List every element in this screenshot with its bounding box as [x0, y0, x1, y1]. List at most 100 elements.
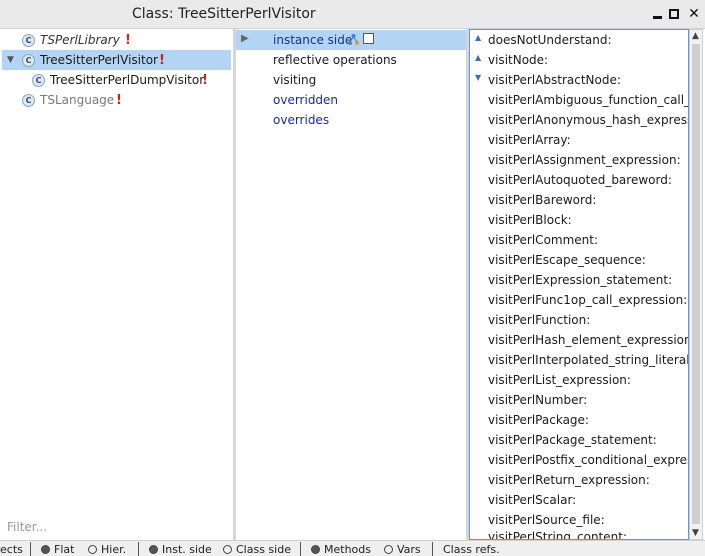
- protocol-row-overrides[interactable]: overrides: [236, 110, 466, 130]
- method-label: visitPerlAssignment_expression:: [488, 153, 681, 167]
- window-title: Class: TreeSitterPerlVisitor: [132, 6, 316, 22]
- method-row[interactable]: visitPerlBareword:: [470, 190, 688, 210]
- overridden-down-arrow-icon: ▼: [475, 73, 482, 82]
- method-row[interactable]: ▼ visitPerlAbstractNode:: [470, 70, 688, 90]
- protocol-row-overridden[interactable]: overridden: [236, 90, 466, 110]
- class-name: TreeSitterPerlDumpVisitor: [50, 73, 205, 87]
- radio-icon: [88, 545, 97, 554]
- inst-side-radio[interactable]: Inst. side: [149, 543, 212, 556]
- method-label: visitPerlHash_element_expression:: [488, 333, 688, 347]
- inst-side-label: Inst. side: [162, 543, 212, 556]
- method-row[interactable]: visitPerlAutoquoted_bareword:: [470, 170, 688, 190]
- method-row[interactable]: visitPerlInterpolated_string_literal:: [470, 350, 688, 370]
- method-label: visitPerlFunction:: [488, 313, 591, 327]
- class-name: TSLanguage: [40, 93, 115, 107]
- class-icon: C: [32, 73, 45, 87]
- separator: [432, 542, 433, 556]
- scrollbar-thumb[interactable]: [692, 44, 700, 524]
- warning-icon: !: [116, 92, 122, 108]
- vars-label: Vars: [397, 543, 421, 556]
- class-refs-button[interactable]: Class refs.: [443, 543, 500, 556]
- radio-icon: [149, 545, 158, 554]
- radio-icon: [384, 545, 393, 554]
- method-label: visitPerlPackage_statement:: [488, 433, 657, 447]
- method-row[interactable]: visitPerlPackage:: [470, 410, 688, 430]
- method-row[interactable]: visitPerlNumber:: [470, 390, 688, 410]
- class-name: TreeSitterPerlVisitor: [40, 53, 158, 67]
- method-row[interactable]: visitPerlEscape_sequence:: [470, 250, 688, 270]
- projects-toggle[interactable]: ects: [0, 543, 23, 556]
- separator: [138, 542, 139, 556]
- expand-triangle-icon[interactable]: ▶: [241, 33, 249, 44]
- method-label: visitPerlEscape_sequence:: [488, 253, 646, 267]
- class-side-radio[interactable]: Class side: [223, 543, 291, 556]
- method-row[interactable]: visitPerlString_content:: [470, 527, 688, 539]
- method-row[interactable]: visitPerlExpression_statement:: [470, 270, 688, 290]
- method-row[interactable]: ▲ visitNode:: [470, 50, 688, 70]
- protocol-label: overridden: [273, 93, 339, 107]
- method-row[interactable]: visitPerlAnonymous_hash_expression: [470, 110, 688, 130]
- method-label: visitPerlAnonymous_hash_expression: [488, 113, 688, 127]
- separator: [300, 542, 301, 556]
- protocol-checkbox[interactable]: [363, 33, 374, 44]
- browser-status-bar: ects Flat Hier. Inst. side Class side Me…: [0, 540, 705, 556]
- method-row[interactable]: visitPerlBlock:: [470, 210, 688, 230]
- radio-icon: [223, 545, 232, 554]
- methods-radio[interactable]: Methods: [311, 543, 371, 556]
- method-label: doesNotUnderstand:: [488, 33, 612, 47]
- method-row[interactable]: visitPerlHash_element_expression:: [470, 330, 688, 350]
- method-label: visitNode:: [488, 53, 549, 67]
- protocol-row-reflective-operations[interactable]: reflective operations: [236, 50, 466, 70]
- method-label: visitPerlReturn_expression:: [488, 473, 650, 487]
- method-row[interactable]: visitPerlAssignment_expression:: [470, 150, 688, 170]
- method-row[interactable]: ▲ doesNotUnderstand:: [470, 30, 688, 50]
- method-row[interactable]: visitPerlArray:: [470, 130, 688, 150]
- method-row[interactable]: visitPerlReturn_expression:: [470, 470, 688, 490]
- protocol-label: reflective operations: [273, 53, 397, 67]
- method-row[interactable]: visitPerlPostfix_conditional_expressi: [470, 450, 688, 470]
- class-row-treesitterperldumpvisitor[interactable]: C TreeSitterPerlDumpVisitor !: [2, 70, 231, 90]
- method-label: visitPerlComment:: [488, 233, 599, 247]
- scroll-down-arrow-icon[interactable]: ▼: [692, 528, 699, 538]
- method-row[interactable]: visitPerlFunc1op_call_expression:: [470, 290, 688, 310]
- method-row[interactable]: visitPerlPackage_statement:: [470, 430, 688, 450]
- methods-label: Methods: [324, 543, 371, 556]
- close-icon[interactable]: ✕: [687, 7, 701, 21]
- class-list-pane[interactable]: C TSPerlLibrary ! ▼ C TreeSitterPerlVisi…: [0, 29, 233, 540]
- expand-triangle-icon[interactable]: ▼: [7, 55, 17, 65]
- protocol-row-visiting[interactable]: visiting: [236, 70, 466, 90]
- method-row[interactable]: visitPerlScalar:: [470, 490, 688, 510]
- hierarchy-icon[interactable]: [347, 33, 360, 46]
- warning-icon: !: [159, 52, 165, 68]
- override-up-arrow-icon: ▲: [475, 33, 482, 42]
- method-label: visitPerlString_content:: [488, 530, 627, 539]
- flat-label: Flat: [54, 543, 75, 556]
- method-label: visitPerlAbstractNode:: [488, 73, 621, 87]
- class-row-treesitterperlvisitor[interactable]: ▼ C TreeSitterPerlVisitor !: [2, 50, 231, 70]
- scroll-up-arrow-icon[interactable]: ▲: [692, 31, 699, 41]
- separator: [30, 542, 31, 556]
- class-row-tsperllibrary[interactable]: C TSPerlLibrary !: [2, 30, 231, 50]
- protocol-list-pane[interactable]: ▶ instance side reflective operations vi…: [236, 29, 466, 540]
- hier-radio[interactable]: Hier.: [88, 543, 126, 556]
- class-row-tslanguage[interactable]: C TSLanguage !: [2, 90, 231, 110]
- vars-radio[interactable]: Vars: [384, 543, 421, 556]
- warning-icon: !: [202, 72, 208, 88]
- flat-radio[interactable]: Flat: [41, 543, 74, 556]
- class-name: TSPerlLibrary: [40, 33, 120, 47]
- method-row[interactable]: visitPerlFunction:: [470, 310, 688, 330]
- method-label: visitPerlNumber:: [488, 393, 588, 407]
- protocol-label: instance side: [273, 33, 353, 47]
- class-side-label: Class side: [236, 543, 291, 556]
- minimize-icon[interactable]: [650, 7, 664, 21]
- method-row[interactable]: visitPerlComment:: [470, 230, 688, 250]
- method-list-pane[interactable]: ▲ doesNotUnderstand: ▲ visitNode: ▼ visitPe…: [469, 29, 689, 540]
- method-list-scrollbar[interactable]: ▲ ▼: [689, 29, 703, 540]
- protocol-row-instance-side[interactable]: ▶ instance side: [236, 30, 466, 50]
- class-filter-input[interactable]: Filter...: [7, 520, 47, 534]
- method-label: visitPerlFunc1op_call_expression:: [488, 293, 688, 307]
- method-row[interactable]: visitPerlList_expression:: [470, 370, 688, 390]
- method-row[interactable]: visitPerlAmbiguous_function_call_ex: [470, 90, 688, 110]
- window-titlebar[interactable]: Class: TreeSitterPerlVisitor ✕: [0, 0, 705, 29]
- maximize-icon[interactable]: [667, 7, 681, 21]
